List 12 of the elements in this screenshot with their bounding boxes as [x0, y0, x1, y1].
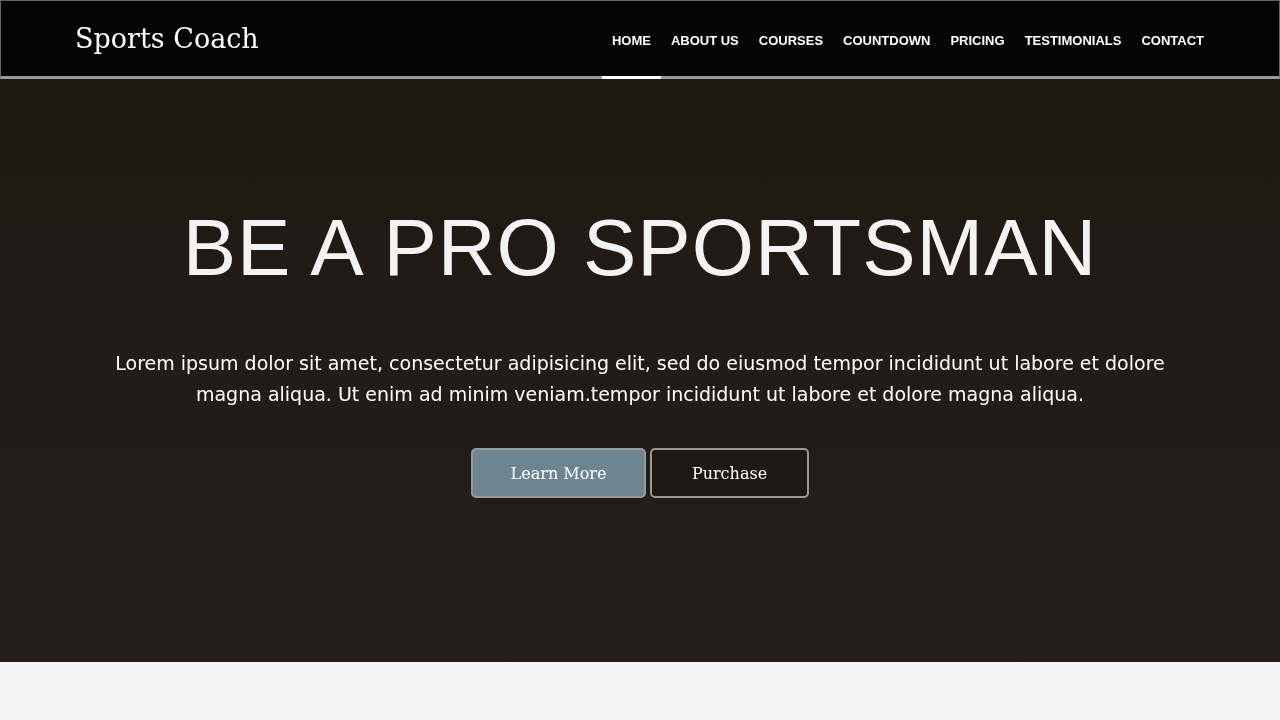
nav-link[interactable]: TESTIMONIALS [1014, 1, 1132, 79]
nav-link[interactable]: CONTACT [1131, 1, 1214, 79]
hero-text: Lorem ipsum dolor sit amet, consectetur adipisicing elit, sed do eiusmod tempor incididunt ut labore et dolore magna aliqua. Ut enim ad minim veniam.tempor incididunt ut labore et dolore magna aliqua. [114, 351, 1166, 407]
nav-link[interactable]: PRICING [940, 1, 1015, 79]
nav-link[interactable]: ABOUT US [660, 1, 749, 79]
nav-link[interactable]: HOME [601, 1, 661, 79]
hero-title: BE A PRO SPORTSMAN [182, 202, 1098, 294]
purchase-button[interactable]: Purchase [650, 448, 809, 498]
nav-link[interactable]: COUNTDOWN [833, 1, 941, 79]
learn-more-button[interactable]: Learn More [471, 448, 646, 498]
site-logo[interactable]: Sports Coach [75, 23, 259, 54]
nav-link[interactable]: COURSES [748, 1, 834, 79]
